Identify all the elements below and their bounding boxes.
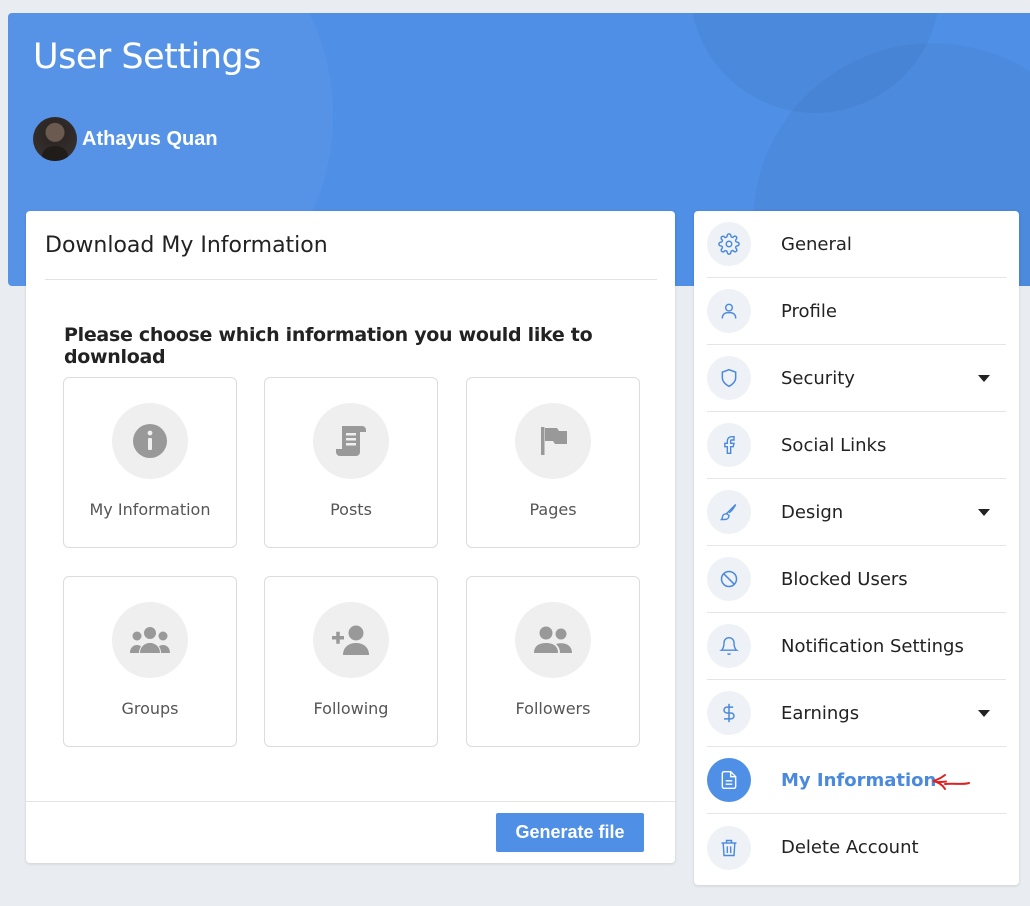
option-groups[interactable]: Groups [63, 576, 237, 747]
menu-item-security[interactable]: Security [707, 345, 1006, 412]
menu-item-label: My Information [781, 769, 937, 791]
gear-icon [707, 222, 751, 266]
user-name[interactable]: Athayus Quan [82, 128, 218, 151]
menu-item-blocked-users[interactable]: Blocked Users [707, 546, 1006, 613]
download-options: My Information Posts Pages Groups Follow… [63, 377, 640, 747]
page-title: User Settings [33, 37, 261, 77]
users-icon [112, 602, 188, 678]
facebook-icon [707, 423, 751, 467]
menu-item-delete-account[interactable]: Delete Account [707, 814, 1006, 881]
option-label: My Information [89, 500, 211, 519]
menu-item-my-information[interactable]: My Information [707, 747, 1006, 814]
menu-item-design[interactable]: Design [707, 479, 1006, 546]
divider [26, 801, 675, 802]
chevron-down-icon[interactable] [978, 375, 990, 382]
flag-icon [515, 403, 591, 479]
panel-title: Download My Information [45, 233, 328, 258]
menu-item-label: Profile [781, 300, 837, 322]
menu-item-general[interactable]: General [707, 211, 1006, 278]
user-friends-icon [515, 602, 591, 678]
option-label: Pages [529, 500, 577, 519]
menu-item-profile[interactable]: Profile [707, 278, 1006, 345]
user-icon [707, 289, 751, 333]
menu-item-label: General [781, 233, 852, 255]
trash-icon [707, 825, 751, 870]
option-pages[interactable]: Pages [466, 377, 640, 548]
menu-item-label: Social Links [781, 434, 887, 456]
menu-item-label: Delete Account [781, 837, 919, 858]
annotation-arrow-icon [932, 774, 970, 790]
shield-icon [707, 356, 751, 400]
option-followers[interactable]: Followers [466, 576, 640, 747]
menu-item-social-links[interactable]: Social Links [707, 412, 1006, 479]
panel-subtitle: Please choose which information you woul… [64, 324, 593, 368]
dollar-icon [707, 691, 751, 735]
option-label: Groups [121, 699, 179, 718]
scroll-icon [313, 403, 389, 479]
generate-file-button[interactable]: Generate file [496, 813, 644, 852]
option-posts[interactable]: Posts [264, 377, 438, 548]
divider [45, 279, 657, 280]
menu-item-label: Notification Settings [781, 635, 964, 657]
settings-menu: General Profile Security Social Links De… [694, 211, 1019, 885]
option-label: Posts [330, 500, 372, 519]
chevron-down-icon[interactable] [978, 710, 990, 717]
option-label: Following [313, 699, 389, 718]
avatar[interactable] [33, 117, 77, 161]
download-panel: Download My Information Please choose wh… [26, 211, 675, 863]
file-text-icon [707, 758, 751, 802]
menu-item-label: Earnings [781, 702, 860, 724]
bell-icon [707, 624, 751, 668]
info-icon [112, 403, 188, 479]
option-my-information[interactable]: My Information [63, 377, 237, 548]
menu-item-label: Design [781, 501, 844, 523]
option-following[interactable]: Following [264, 576, 438, 747]
menu-item-label: Blocked Users [781, 568, 908, 590]
option-label: Followers [515, 699, 591, 718]
brush-icon [707, 490, 751, 534]
menu-item-label: Security [781, 367, 855, 389]
block-icon [707, 557, 751, 601]
menu-item-notification-settings[interactable]: Notification Settings [707, 613, 1006, 680]
user-plus-icon [313, 602, 389, 678]
user-info: Athayus Quan [33, 117, 218, 161]
chevron-down-icon[interactable] [978, 509, 990, 516]
menu-item-earnings[interactable]: Earnings [707, 680, 1006, 747]
